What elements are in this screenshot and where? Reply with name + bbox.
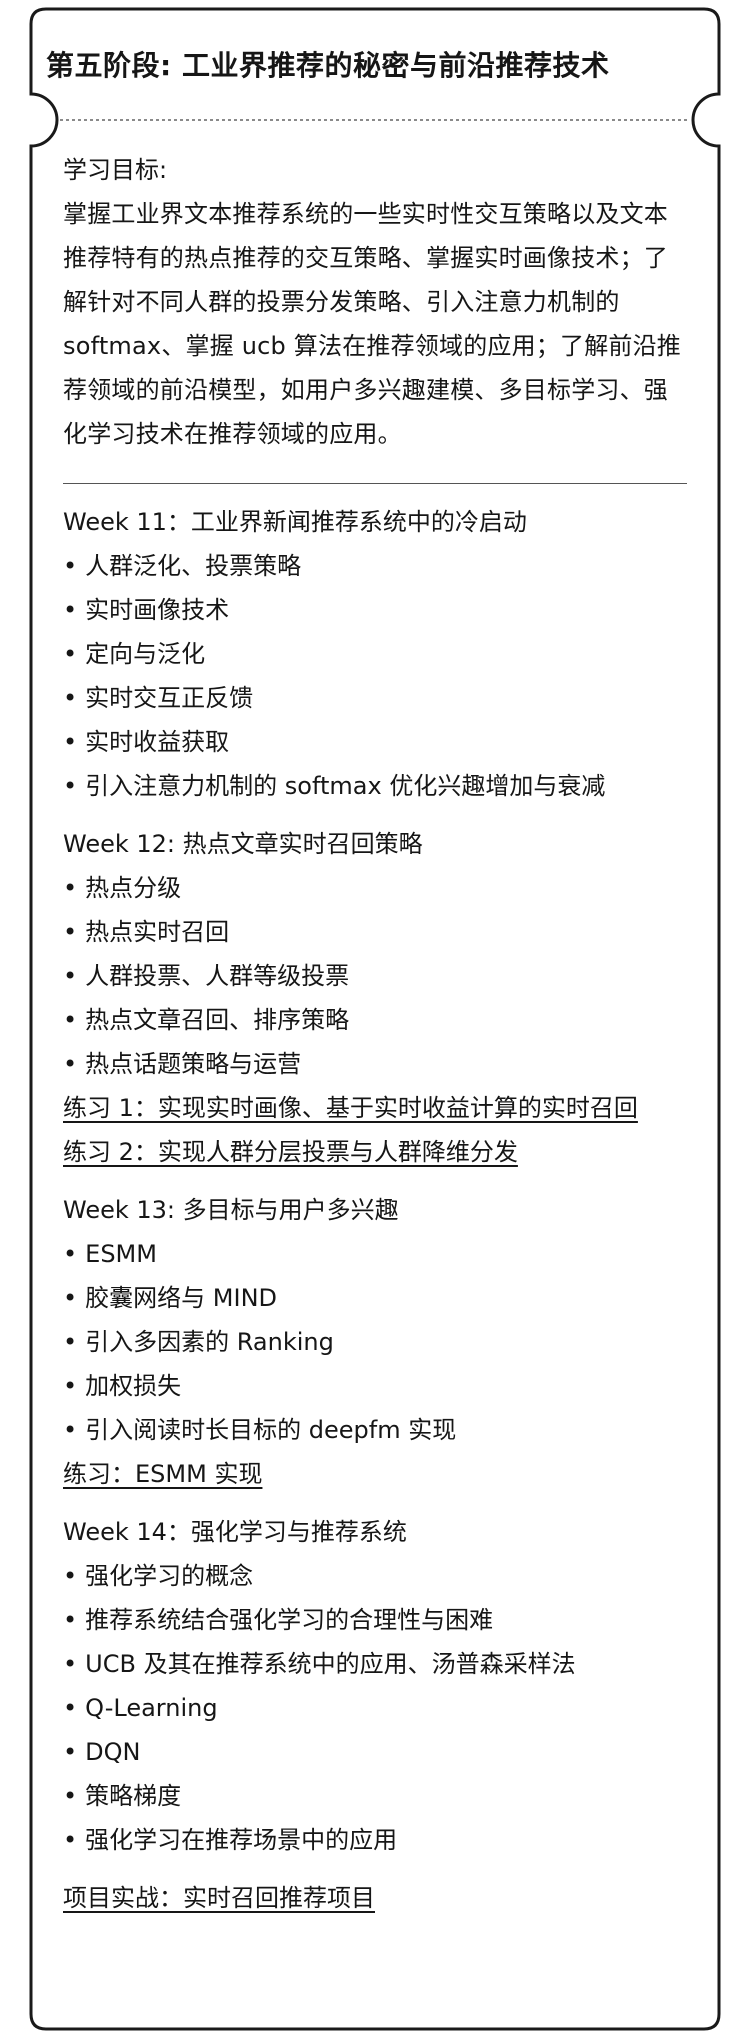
week-title: Week 13: 多目标与用户多兴趣 [63, 1196, 399, 1224]
bullet-icon: • [63, 1416, 78, 1444]
list-item-text: 实时画像技术 [85, 596, 230, 624]
list-item: • 人群投票、人群等级投票 [63, 954, 687, 998]
list-item: • DQN [63, 1730, 687, 1774]
list-item-text: 推荐系统结合强化学习的合理性与困难 [85, 1606, 494, 1634]
bullet-icon: • [63, 962, 78, 990]
learning-goal-label: 学习目标: [63, 156, 168, 184]
week-title: Week 14：强化学习与推荐系统 [63, 1518, 407, 1546]
bullet-icon: • [63, 596, 78, 624]
list-item: • 热点分级 [63, 866, 687, 910]
bullet-icon: • [63, 1050, 78, 1078]
list-item-text: Q-Learning [85, 1694, 218, 1722]
bullet-icon: • [63, 728, 78, 756]
weeks-list: Week 11：工业界新闻推荐系统中的冷启动 • 人群泛化、投票策略 • 实时画像技术 •… [63, 500, 687, 1862]
week-topic-list: • ESMM • 胶囊网络与 MIND • 引入多因素的 Ranking • 加权损失 • 引入阅… [63, 1232, 687, 1452]
bullet-icon: • [63, 1738, 78, 1766]
list-item-text: 策略梯度 [85, 1782, 182, 1810]
bullet-icon: • [63, 1240, 78, 1268]
bullet-icon: • [63, 1694, 78, 1722]
project-link[interactable]: 项目实战：实时召回推荐项目 [63, 1876, 687, 1920]
week-section: Week 12: 热点文章实时召回策略 • 热点分级 • 热点实时召回 • 人群投票、人群等… [63, 822, 687, 1174]
bullet-icon: • [63, 1650, 78, 1678]
list-item: • 实时交互正反馈 [63, 676, 687, 720]
exercise-link[interactable]: 练习：ESMM 实现 [63, 1452, 687, 1496]
list-item: • 强化学习在推荐场景中的应用 [63, 1818, 687, 1862]
list-item-text: 人群泛化、投票策略 [85, 552, 302, 580]
bullet-icon: • [63, 552, 78, 580]
bullet-icon: • [63, 1782, 78, 1810]
bullet-icon: • [63, 1826, 78, 1854]
bullet-icon: • [63, 772, 78, 800]
list-item-text: 引入阅读时长目标的 deepfm 实现 [85, 1416, 457, 1444]
stage-title: 第五阶段: 工业界推荐的秘密与前沿推荐技术 [46, 49, 610, 82]
list-item-text: DQN [85, 1738, 141, 1766]
list-item: • Q-Learning [63, 1686, 687, 1730]
bullet-icon: • [63, 874, 78, 902]
list-item-text: 加权损失 [85, 1372, 182, 1400]
week-section: Week 13: 多目标与用户多兴趣 • ESMM • 胶囊网络与 MIND • 引入多因素… [63, 1188, 687, 1496]
learning-goal-text: 掌握工业界文本推荐系统的一些实时性交互策略以及文本推荐特有的热点推荐的交互策略、… [63, 200, 682, 448]
list-item: • UCB 及其在推荐系统中的应用、汤普森采样法 [63, 1642, 687, 1686]
list-item-text: 引入多因素的 Ranking [85, 1328, 334, 1356]
list-item: • 策略梯度 [63, 1774, 687, 1818]
list-item: • 实时画像技术 [63, 588, 687, 632]
bullet-icon: • [63, 1284, 78, 1312]
content-body: 学习目标: 掌握工业界文本推荐系统的一些实时性交互策略以及文本推荐特有的热点推荐… [63, 148, 687, 1920]
list-item-text: UCB 及其在推荐系统中的应用、汤普森采样法 [85, 1650, 576, 1678]
list-item-text: 强化学习在推荐场景中的应用 [85, 1826, 398, 1854]
list-item-text: 实时收益获取 [85, 728, 230, 756]
bullet-icon: • [63, 1372, 78, 1400]
bullet-icon: • [63, 1562, 78, 1590]
list-item: • ESMM [63, 1232, 687, 1276]
list-item-text: 人群投票、人群等级投票 [85, 962, 350, 990]
list-item-text: 实时交互正反馈 [85, 684, 254, 712]
list-item: • 引入阅读时长目标的 deepfm 实现 [63, 1408, 687, 1452]
list-item-text: 热点文章召回、排序策略 [85, 1006, 350, 1034]
list-item-text: 强化学习的概念 [85, 1562, 254, 1590]
section-divider [63, 483, 687, 484]
exercise-link[interactable]: 练习 2：实现人群分层投票与人群降维分发 [63, 1130, 687, 1174]
list-item: • 实时收益获取 [63, 720, 687, 764]
list-item-text: ESMM [85, 1240, 157, 1268]
bullet-icon: • [63, 918, 78, 946]
list-item: • 引入注意力机制的 softmax 优化兴趣增加与衰减 [63, 764, 687, 808]
list-item-text: 胶囊网络与 MIND [85, 1284, 278, 1312]
bullet-icon: • [63, 684, 78, 712]
list-item: • 定向与泛化 [63, 632, 687, 676]
bullet-icon: • [63, 1006, 78, 1034]
list-item: • 胶囊网络与 MIND [63, 1276, 687, 1320]
bullet-icon: • [63, 640, 78, 668]
week-topic-list: • 热点分级 • 热点实时召回 • 人群投票、人群等级投票 • 热点文章召回、排序策略 • 热点话… [63, 866, 687, 1086]
list-item-text: 热点实时召回 [85, 918, 230, 946]
week-title: Week 12: 热点文章实时召回策略 [63, 830, 423, 858]
list-item: • 人群泛化、投票策略 [63, 544, 687, 588]
week-section: Week 14：强化学习与推荐系统 • 强化学习的概念 • 推荐系统结合强化学习的合理性… [63, 1510, 687, 1862]
list-item-text: 定向与泛化 [85, 640, 206, 668]
week-title: Week 11：工业界新闻推荐系统中的冷启动 [63, 508, 527, 536]
list-item: • 热点话题策略与运营 [63, 1042, 687, 1086]
list-item: • 推荐系统结合强化学习的合理性与困难 [63, 1598, 687, 1642]
bullet-icon: • [63, 1328, 78, 1356]
list-item: • 强化学习的概念 [63, 1554, 687, 1598]
week-topic-list: • 强化学习的概念 • 推荐系统结合强化学习的合理性与困难 • UCB 及其在推荐系统中的… [63, 1554, 687, 1862]
list-item: • 加权损失 [63, 1364, 687, 1408]
week-topic-list: • 人群泛化、投票策略 • 实时画像技术 • 定向与泛化 • 实时交互正反馈 • 实时收益获取 • 引… [63, 544, 687, 808]
list-item: • 热点实时召回 [63, 910, 687, 954]
week-section: Week 11：工业界新闻推荐系统中的冷启动 • 人群泛化、投票策略 • 实时画像技术 •… [63, 500, 687, 808]
list-item-text: 热点分级 [85, 874, 182, 902]
list-item: • 引入多因素的 Ranking [63, 1320, 687, 1364]
list-item-text: 热点话题策略与运营 [85, 1050, 302, 1078]
list-item-text: 引入注意力机制的 softmax 优化兴趣增加与衰减 [85, 772, 606, 800]
exercise-link[interactable]: 练习 1：实现实时画像、基于实时收益计算的实时召回 [63, 1086, 687, 1130]
list-item: • 热点文章召回、排序策略 [63, 998, 687, 1042]
bullet-icon: • [63, 1606, 78, 1634]
